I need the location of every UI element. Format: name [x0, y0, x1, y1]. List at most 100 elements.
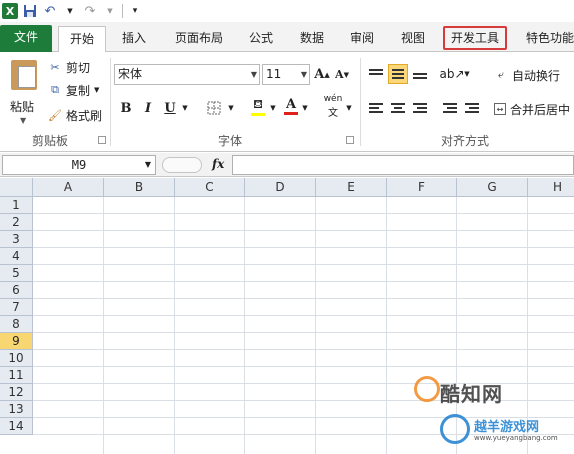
row-gridline [33, 349, 574, 350]
align-right-icon[interactable] [410, 98, 430, 118]
redo-icon[interactable]: ↷ [82, 3, 98, 19]
paste-label: 粘贴 [10, 100, 35, 114]
formula-bar-handle[interactable] [162, 157, 202, 173]
align-bottom-icon[interactable] [410, 64, 430, 84]
chevron-down-icon[interactable]: ▼ [268, 98, 278, 118]
dialog-launcher-icon[interactable] [98, 136, 106, 144]
toolbar-divider [122, 4, 123, 18]
chevron-down-icon[interactable]: ▼ [300, 98, 310, 118]
row-gridline [33, 298, 574, 299]
align-middle-icon[interactable] [388, 64, 408, 84]
tab-developer[interactable]: 开发工具 [443, 26, 507, 50]
decrease-indent-icon[interactable] [440, 98, 460, 118]
font-name-value: 宋体 [118, 67, 143, 81]
row-header[interactable]: 5 [0, 265, 33, 282]
wrap-text-button[interactable]: ⤶ 自动换行 [494, 66, 560, 84]
chevron-down-icon[interactable]: ▼ [180, 98, 190, 118]
watermark: 酷知网 越羊游戏网 www.yueyangbang.com [412, 372, 572, 452]
formula-input[interactable] [232, 155, 574, 175]
tab-insert[interactable]: 插入 [112, 26, 156, 52]
cut-label: 剪切 [66, 60, 91, 75]
row-header[interactable]: 13 [0, 401, 33, 418]
align-left-icon[interactable] [366, 98, 386, 118]
row-header[interactable]: 9 [0, 333, 33, 350]
tab-page-layout[interactable]: 页面布局 [164, 26, 234, 52]
row-header[interactable]: 14 [0, 418, 33, 435]
font-size-select[interactable]: 11 ▼ [262, 64, 310, 85]
chevron-down-icon[interactable]: ▼ [94, 86, 99, 94]
increase-indent-icon[interactable] [462, 98, 482, 118]
column-header[interactable]: H [528, 178, 574, 197]
tab-review[interactable]: 审阅 [342, 26, 382, 52]
tab-home[interactable]: 开始 [58, 26, 106, 53]
row-header[interactable]: 7 [0, 299, 33, 316]
chevron-down-icon[interactable]: ▼ [462, 64, 472, 84]
row-header[interactable]: 11 [0, 367, 33, 384]
copy-button[interactable]: ⧉ 复制 ▼ [48, 81, 99, 99]
row-header[interactable]: 2 [0, 214, 33, 231]
cut-button[interactable]: ✂ 剪切 [48, 58, 90, 76]
row-gridline [33, 247, 574, 248]
row-gridline [33, 315, 574, 316]
customize-toolbar-icon[interactable]: ▾ [127, 3, 143, 19]
watermark-url: www.yueyangbang.com [474, 434, 558, 442]
font-name-select[interactable]: 宋体 ▼ [114, 64, 260, 85]
orientation-button[interactable]: ab↗ [439, 64, 464, 84]
phonetic-button[interactable]: wén 文 [322, 94, 344, 119]
column-header[interactable]: A [33, 178, 104, 197]
shrink-font-button[interactable]: A ▼ [334, 64, 350, 84]
align-center-icon[interactable] [388, 98, 408, 118]
save-icon[interactable] [22, 3, 38, 19]
chevron-down-icon[interactable]: ▼ [226, 98, 236, 118]
dialog-launcher-icon[interactable] [346, 136, 354, 144]
tab-file[interactable]: 文件 [0, 25, 52, 52]
column-header[interactable]: B [104, 178, 175, 197]
column-header[interactable]: D [245, 178, 316, 197]
tab-data[interactable]: 数据 [290, 26, 334, 52]
row-header[interactable]: 6 [0, 282, 33, 299]
fill-color-button[interactable]: ⛾ [248, 96, 268, 116]
underline-button[interactable]: U [162, 98, 178, 118]
row-header[interactable]: 12 [0, 384, 33, 401]
column-header[interactable]: F [387, 178, 457, 197]
italic-button[interactable]: I [140, 98, 156, 118]
row-header[interactable]: 3 [0, 231, 33, 248]
chevron-down-icon: ▼ [250, 70, 257, 79]
watermark-logo-icon [414, 376, 440, 402]
row-header[interactable]: 10 [0, 350, 33, 367]
align-top-icon[interactable] [366, 64, 386, 84]
bold-button[interactable]: B [118, 98, 134, 118]
undo-icon[interactable]: ↶ [42, 3, 58, 19]
row-gridline [33, 213, 574, 214]
chevron-down-icon[interactable]: ▼ [145, 156, 151, 174]
grow-font-button[interactable]: A ▲ [314, 64, 330, 84]
row-header[interactable]: 1 [0, 197, 33, 214]
name-box[interactable]: M9 ▼ [2, 155, 156, 175]
undo-dropdown-icon[interactable]: ▼ [62, 3, 78, 19]
tab-special-features[interactable]: 特色功能 [520, 26, 574, 52]
borders-button[interactable] [204, 98, 224, 118]
group-label-font: 字体 [217, 134, 242, 148]
group-label-clipboard: 剪贴板 [31, 134, 68, 148]
row-header[interactable]: 4 [0, 248, 33, 265]
watermark-site: 越羊游戏网 [474, 420, 540, 435]
row-header[interactable]: 8 [0, 316, 33, 333]
merge-center-button[interactable]: ↔ 合并后居中 [494, 100, 570, 118]
insert-function-button[interactable]: fx [212, 157, 224, 171]
format-painter-button[interactable]: 🖌 格式刷 [48, 106, 102, 124]
column-header[interactable]: E [316, 178, 387, 197]
tab-formulas[interactable]: 公式 [242, 26, 280, 52]
column-header[interactable]: C [175, 178, 245, 197]
ribbon-home: 粘贴 ▼ ✂ 剪切 ⧉ 复制 ▼ 🖌 格式刷 剪贴板 宋体 ▼ 11 ▼ A ▲ … [0, 52, 574, 152]
column-gridline [174, 197, 175, 454]
select-all-button[interactable] [0, 178, 33, 197]
watermark-wifi-logo-icon [440, 414, 470, 444]
column-gridline [315, 197, 316, 454]
redo-dropdown-icon[interactable]: ▼ [102, 3, 118, 19]
tab-view[interactable]: 视图 [392, 26, 434, 52]
paste-button[interactable]: 粘贴 ▼ [6, 56, 44, 128]
column-header[interactable]: G [457, 178, 528, 197]
font-color-button[interactable]: A [282, 96, 300, 116]
chevron-down-icon[interactable]: ▼ [20, 116, 26, 125]
chevron-down-icon[interactable]: ▼ [344, 98, 354, 118]
